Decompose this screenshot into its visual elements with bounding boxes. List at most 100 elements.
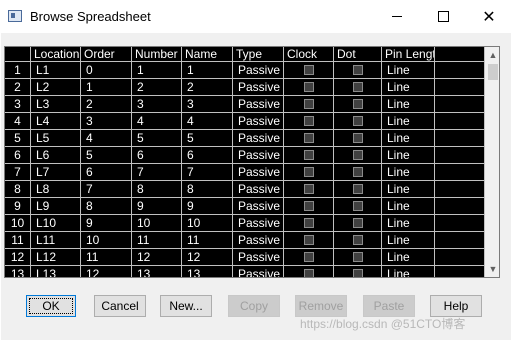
remove-button[interactable]: Remove [295,295,347,317]
cell-dot[interactable] [334,215,382,232]
cell-clock[interactable] [284,96,334,113]
cell-name[interactable]: 9 [182,198,233,215]
dot-checkbox[interactable] [353,99,363,109]
cell-clock[interactable] [284,198,334,215]
dot-checkbox[interactable] [353,201,363,211]
cell-location[interactable]: L11 [31,232,81,249]
clock-checkbox[interactable] [304,269,314,277]
cell-pin-length[interactable]: Line [382,266,435,277]
column-header-pin-length[interactable]: Pin Length [382,47,435,62]
cell-pin-length[interactable]: Line [382,62,435,79]
dot-checkbox[interactable] [353,184,363,194]
cell-order[interactable]: 9 [81,215,132,232]
cell-clock[interactable] [284,62,334,79]
cell-pin-length[interactable]: Line [382,130,435,147]
cell-order[interactable]: 11 [81,249,132,266]
cell-name[interactable]: 7 [182,164,233,181]
cell-type[interactable]: Passive [233,79,284,96]
row-number[interactable]: 1 [5,62,31,79]
clock-checkbox[interactable] [304,201,314,211]
cell-pin-length[interactable]: Line [382,181,435,198]
clock-checkbox[interactable] [304,252,314,262]
new-button[interactable]: New... [160,295,212,317]
copy-button[interactable]: Copy [228,295,280,317]
cell-pin-length[interactable]: Line [382,96,435,113]
table-row[interactable]: 3 L3 2 3 3 Passive Line [5,96,485,113]
cell-order[interactable]: 0 [81,62,132,79]
row-number[interactable]: 2 [5,79,31,96]
cell-clock[interactable] [284,266,334,277]
cell-order[interactable]: 7 [81,181,132,198]
cell-number[interactable]: 7 [132,164,182,181]
row-number[interactable]: 8 [5,181,31,198]
cell-number[interactable]: 13 [132,266,182,277]
row-number[interactable]: 13 [5,266,31,277]
cell-name[interactable]: 5 [182,130,233,147]
column-header-type[interactable]: Type [233,47,284,62]
cell-order[interactable]: 3 [81,113,132,130]
cell-name[interactable]: 3 [182,96,233,113]
help-button[interactable]: Help [430,295,482,317]
row-number[interactable]: 3 [5,96,31,113]
row-number[interactable]: 9 [5,198,31,215]
cell-name[interactable]: 10 [182,215,233,232]
table-row[interactable]: 5 L5 4 5 5 Passive Line [5,130,485,147]
cell-clock[interactable] [284,147,334,164]
maximize-button[interactable] [420,0,466,33]
cell-name[interactable]: 6 [182,147,233,164]
cell-number[interactable]: 3 [132,96,182,113]
dot-checkbox[interactable] [353,133,363,143]
cell-order[interactable]: 5 [81,147,132,164]
cell-location[interactable]: L5 [31,130,81,147]
cell-type[interactable]: Passive [233,113,284,130]
cell-name[interactable]: 11 [182,232,233,249]
cell-type[interactable]: Passive [233,232,284,249]
cell-order[interactable]: 10 [81,232,132,249]
cell-clock[interactable] [284,249,334,266]
cell-number[interactable]: 8 [132,181,182,198]
dot-checkbox[interactable] [353,167,363,177]
cell-dot[interactable] [334,181,382,198]
cell-pin-length[interactable]: Line [382,232,435,249]
cell-dot[interactable] [334,266,382,277]
column-header-clock[interactable]: Clock [284,47,334,62]
cell-number[interactable]: 6 [132,147,182,164]
cell-location[interactable]: L9 [31,198,81,215]
cell-dot[interactable] [334,147,382,164]
cell-order[interactable]: 2 [81,96,132,113]
row-number[interactable]: 6 [5,147,31,164]
row-number[interactable]: 5 [5,130,31,147]
cell-name[interactable]: 2 [182,79,233,96]
table-row[interactable]: 9 L9 8 9 9 Passive Line [5,198,485,215]
cell-number[interactable]: 1 [132,62,182,79]
cell-pin-length[interactable]: Line [382,164,435,181]
dot-checkbox[interactable] [353,252,363,262]
cell-name[interactable]: 12 [182,249,233,266]
row-number[interactable]: 12 [5,249,31,266]
cell-number[interactable]: 9 [132,198,182,215]
cell-type[interactable]: Passive [233,147,284,164]
minimize-button[interactable] [374,0,420,33]
cell-number[interactable]: 11 [132,232,182,249]
cell-pin-length[interactable]: Line [382,113,435,130]
cell-type[interactable]: Passive [233,249,284,266]
table-row[interactable]: 4 L4 3 4 4 Passive Line [5,113,485,130]
dot-checkbox[interactable] [353,65,363,75]
row-number[interactable]: 11 [5,232,31,249]
paste-button[interactable]: Paste [363,295,415,317]
cell-dot[interactable] [334,113,382,130]
cell-order[interactable]: 8 [81,198,132,215]
column-header-location[interactable]: Location [31,47,81,62]
column-header-number[interactable]: Number [132,47,182,62]
dot-checkbox[interactable] [353,235,363,245]
cell-order[interactable]: 6 [81,164,132,181]
cell-dot[interactable] [334,96,382,113]
cell-name[interactable]: 8 [182,181,233,198]
clock-checkbox[interactable] [304,235,314,245]
cell-order[interactable]: 1 [81,79,132,96]
cell-location[interactable]: L13 [31,266,81,277]
cell-clock[interactable] [284,113,334,130]
cell-clock[interactable] [284,181,334,198]
cell-clock[interactable] [284,130,334,147]
cell-clock[interactable] [284,232,334,249]
